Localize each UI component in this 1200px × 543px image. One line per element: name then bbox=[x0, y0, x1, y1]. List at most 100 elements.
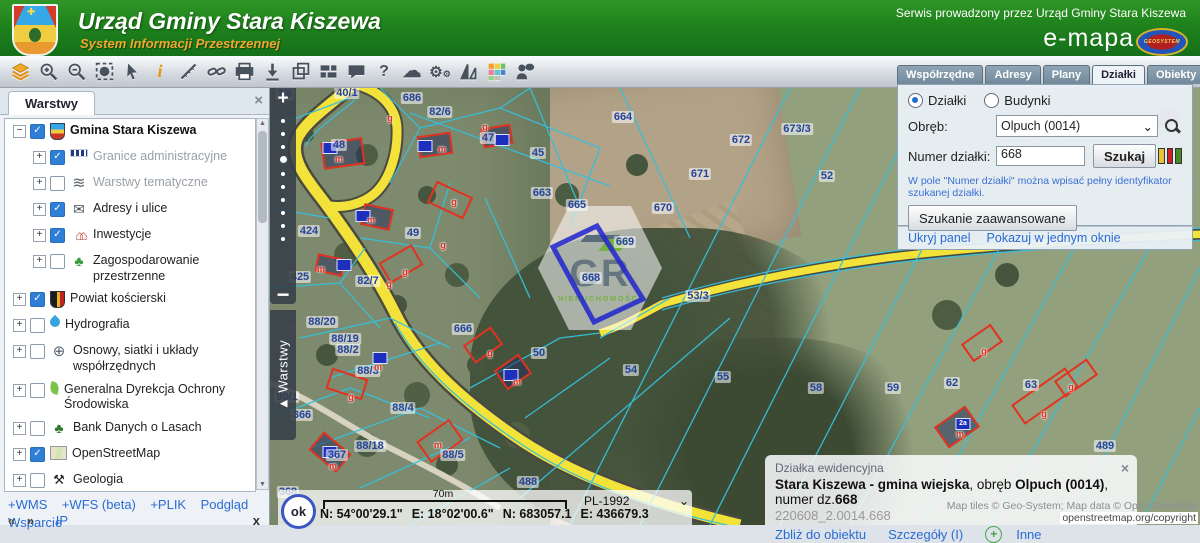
tab-adresy[interactable]: Adresy bbox=[985, 65, 1040, 84]
tab-obiekty[interactable]: Obiekty bbox=[1147, 65, 1200, 84]
feedback-icon[interactable] bbox=[510, 59, 538, 85]
layer-item[interactable]: +✓OpenStreetMap bbox=[5, 442, 255, 468]
scroll-up-icon[interactable]: ▲ bbox=[257, 120, 268, 127]
close-x[interactable]: x bbox=[253, 513, 260, 528]
ok-button[interactable]: ok bbox=[281, 494, 316, 529]
layer-checkbox[interactable]: ✓ bbox=[50, 202, 65, 217]
radio-dzialki[interactable] bbox=[908, 93, 923, 108]
add-wms-link[interactable]: +WMS bbox=[8, 497, 47, 512]
cloud-icon[interactable]: ☁ bbox=[398, 59, 426, 85]
zoom-slider[interactable]: + − bbox=[270, 88, 296, 304]
copy-window-icon[interactable] bbox=[286, 59, 314, 85]
layer-item[interactable]: +♣Zagospodarowanie przestrzenne bbox=[5, 249, 255, 287]
tab-wspolrzedne[interactable]: Współrzędne bbox=[897, 65, 983, 84]
layer-item[interactable]: +≋Warstwy tematyczne bbox=[5, 171, 255, 197]
layer-checkbox[interactable] bbox=[50, 254, 65, 269]
tab-dzialki[interactable]: Działki bbox=[1092, 65, 1145, 84]
zoom-in-icon[interactable] bbox=[34, 59, 62, 85]
next-icon[interactable]: » bbox=[19, 513, 34, 528]
zoom-level-handle[interactable] bbox=[280, 156, 287, 163]
layer-item[interactable]: +⚒Geologia bbox=[5, 468, 255, 492]
advanced-search-button[interactable]: Szukanie zaawansowane bbox=[908, 205, 1077, 231]
hide-panel-link[interactable]: Ukryj panel bbox=[908, 231, 971, 245]
layer-item[interactable]: +✓✉Adresy i ulice bbox=[5, 197, 255, 223]
layer-item[interactable]: −✓Gmina Stara Kiszewa bbox=[5, 119, 255, 145]
layer-item[interactable]: +Generalna Dyrekcja Ochrony Środowiska bbox=[5, 378, 255, 416]
expand-toggle-icon[interactable]: + bbox=[13, 345, 26, 358]
layer-checkbox[interactable]: ✓ bbox=[30, 292, 45, 307]
layer-checkbox[interactable]: ✓ bbox=[30, 447, 45, 462]
layer-item[interactable]: +✓Powiat kościerski bbox=[5, 287, 255, 313]
ip-link[interactable]: IP bbox=[56, 513, 68, 528]
palette-icon[interactable] bbox=[482, 59, 510, 85]
layer-item[interactable]: +Hydrografia bbox=[5, 313, 255, 339]
expand-toggle-icon[interactable]: + bbox=[33, 229, 46, 242]
expand-toggle-icon[interactable]: + bbox=[13, 319, 26, 332]
link-icon[interactable] bbox=[202, 59, 230, 85]
zoom-in-button[interactable]: + bbox=[270, 88, 296, 110]
expand-toggle-icon[interactable]: + bbox=[33, 255, 46, 268]
expand-toggle-icon[interactable]: + bbox=[13, 293, 26, 306]
add-wfs-link[interactable]: +WFS (beta) bbox=[62, 497, 136, 512]
layer-checkbox[interactable] bbox=[50, 176, 65, 191]
layer-checkbox[interactable]: ✓ bbox=[50, 150, 65, 165]
settings-icon[interactable]: ⚙⚙ bbox=[426, 59, 454, 85]
layer-checkbox[interactable]: ✓ bbox=[50, 228, 65, 243]
zoom-out-button[interactable]: − bbox=[270, 286, 296, 304]
expand-toggle-icon[interactable]: + bbox=[13, 422, 26, 435]
expand-toggle-icon[interactable]: + bbox=[33, 177, 46, 190]
layer-checkbox[interactable] bbox=[30, 383, 45, 398]
expand-toggle-icon[interactable]: − bbox=[13, 125, 26, 138]
scrollbar-thumb[interactable] bbox=[258, 131, 267, 223]
prev-icon[interactable]: « bbox=[0, 513, 15, 528]
single-window-link[interactable]: Pokazuj w jednym oknie bbox=[987, 231, 1121, 245]
layers-icon[interactable] bbox=[6, 59, 34, 85]
layer-checkbox[interactable] bbox=[30, 344, 45, 359]
obreb-select[interactable]: Olpuch (0014)⌄ bbox=[996, 115, 1158, 137]
comment-icon[interactable] bbox=[342, 59, 370, 85]
other-link[interactable]: Inne bbox=[1016, 527, 1041, 542]
info-icon[interactable]: i bbox=[146, 59, 174, 85]
add-file-link[interactable]: +PLIK bbox=[150, 497, 186, 512]
zoom-to-object-link[interactable]: Zbliż do obiektu bbox=[775, 527, 866, 542]
zoom-out-icon[interactable] bbox=[62, 59, 90, 85]
layer-checkbox[interactable] bbox=[30, 473, 45, 488]
expand-toggle-icon[interactable]: + bbox=[13, 384, 26, 397]
emapa-logo[interactable]: e-mapa bbox=[1043, 24, 1134, 53]
tab-warstwy[interactable]: Warstwy bbox=[8, 91, 95, 115]
print-icon[interactable] bbox=[230, 59, 258, 85]
split-view-icon[interactable] bbox=[314, 59, 342, 85]
perspective-icon[interactable] bbox=[454, 59, 482, 85]
tab-plany[interactable]: Plany bbox=[1043, 65, 1090, 84]
download-icon[interactable] bbox=[258, 59, 286, 85]
tree-scrollbar[interactable]: ▲ ▼ bbox=[256, 118, 269, 490]
help-icon[interactable]: ? bbox=[370, 59, 398, 85]
layer-item[interactable]: +⊕Osnowy, siatki i układy współrzędnych bbox=[5, 339, 255, 377]
measure-icon[interactable] bbox=[174, 59, 202, 85]
plus-icon[interactable]: + bbox=[985, 526, 1002, 543]
layer-item[interactable]: +✓Granice administracyjne bbox=[5, 145, 255, 171]
close-icon[interactable]: × bbox=[254, 92, 263, 109]
layer-checkbox[interactable] bbox=[30, 318, 45, 333]
cursor-icon[interactable] bbox=[118, 59, 146, 85]
search-icon[interactable] bbox=[1164, 118, 1180, 134]
close-icon[interactable]: × bbox=[1121, 460, 1129, 476]
layer-checkbox[interactable] bbox=[30, 421, 45, 436]
select-area-icon[interactable] bbox=[90, 59, 118, 85]
radio-budynki[interactable] bbox=[984, 93, 999, 108]
expand-toggle-icon[interactable]: + bbox=[33, 203, 46, 216]
preview-link[interactable]: Podgląd bbox=[201, 497, 249, 512]
parcel-number-input[interactable]: 668 bbox=[996, 146, 1085, 166]
expand-toggle-icon[interactable]: + bbox=[33, 151, 46, 164]
parcel-number-label: 48 bbox=[331, 139, 347, 151]
layer-item[interactable]: +✓⌂⌂Inwestycje bbox=[5, 223, 255, 249]
scroll-down-icon[interactable]: ▼ bbox=[257, 481, 268, 488]
expand-toggle-icon[interactable]: + bbox=[13, 474, 26, 487]
details-link[interactable]: Szczegóły (I) bbox=[888, 527, 963, 542]
layer-checkbox[interactable]: ✓ bbox=[30, 124, 45, 139]
search-button[interactable]: Szukaj bbox=[1093, 144, 1156, 168]
expand-toggle-icon[interactable]: + bbox=[13, 448, 26, 461]
parcel-number-label: 367 bbox=[326, 449, 348, 461]
layer-item[interactable]: +♣Bank Danych o Lasach bbox=[5, 416, 255, 442]
warstwy-collapsed-tab[interactable]: ▲ Warstwy bbox=[270, 310, 296, 440]
